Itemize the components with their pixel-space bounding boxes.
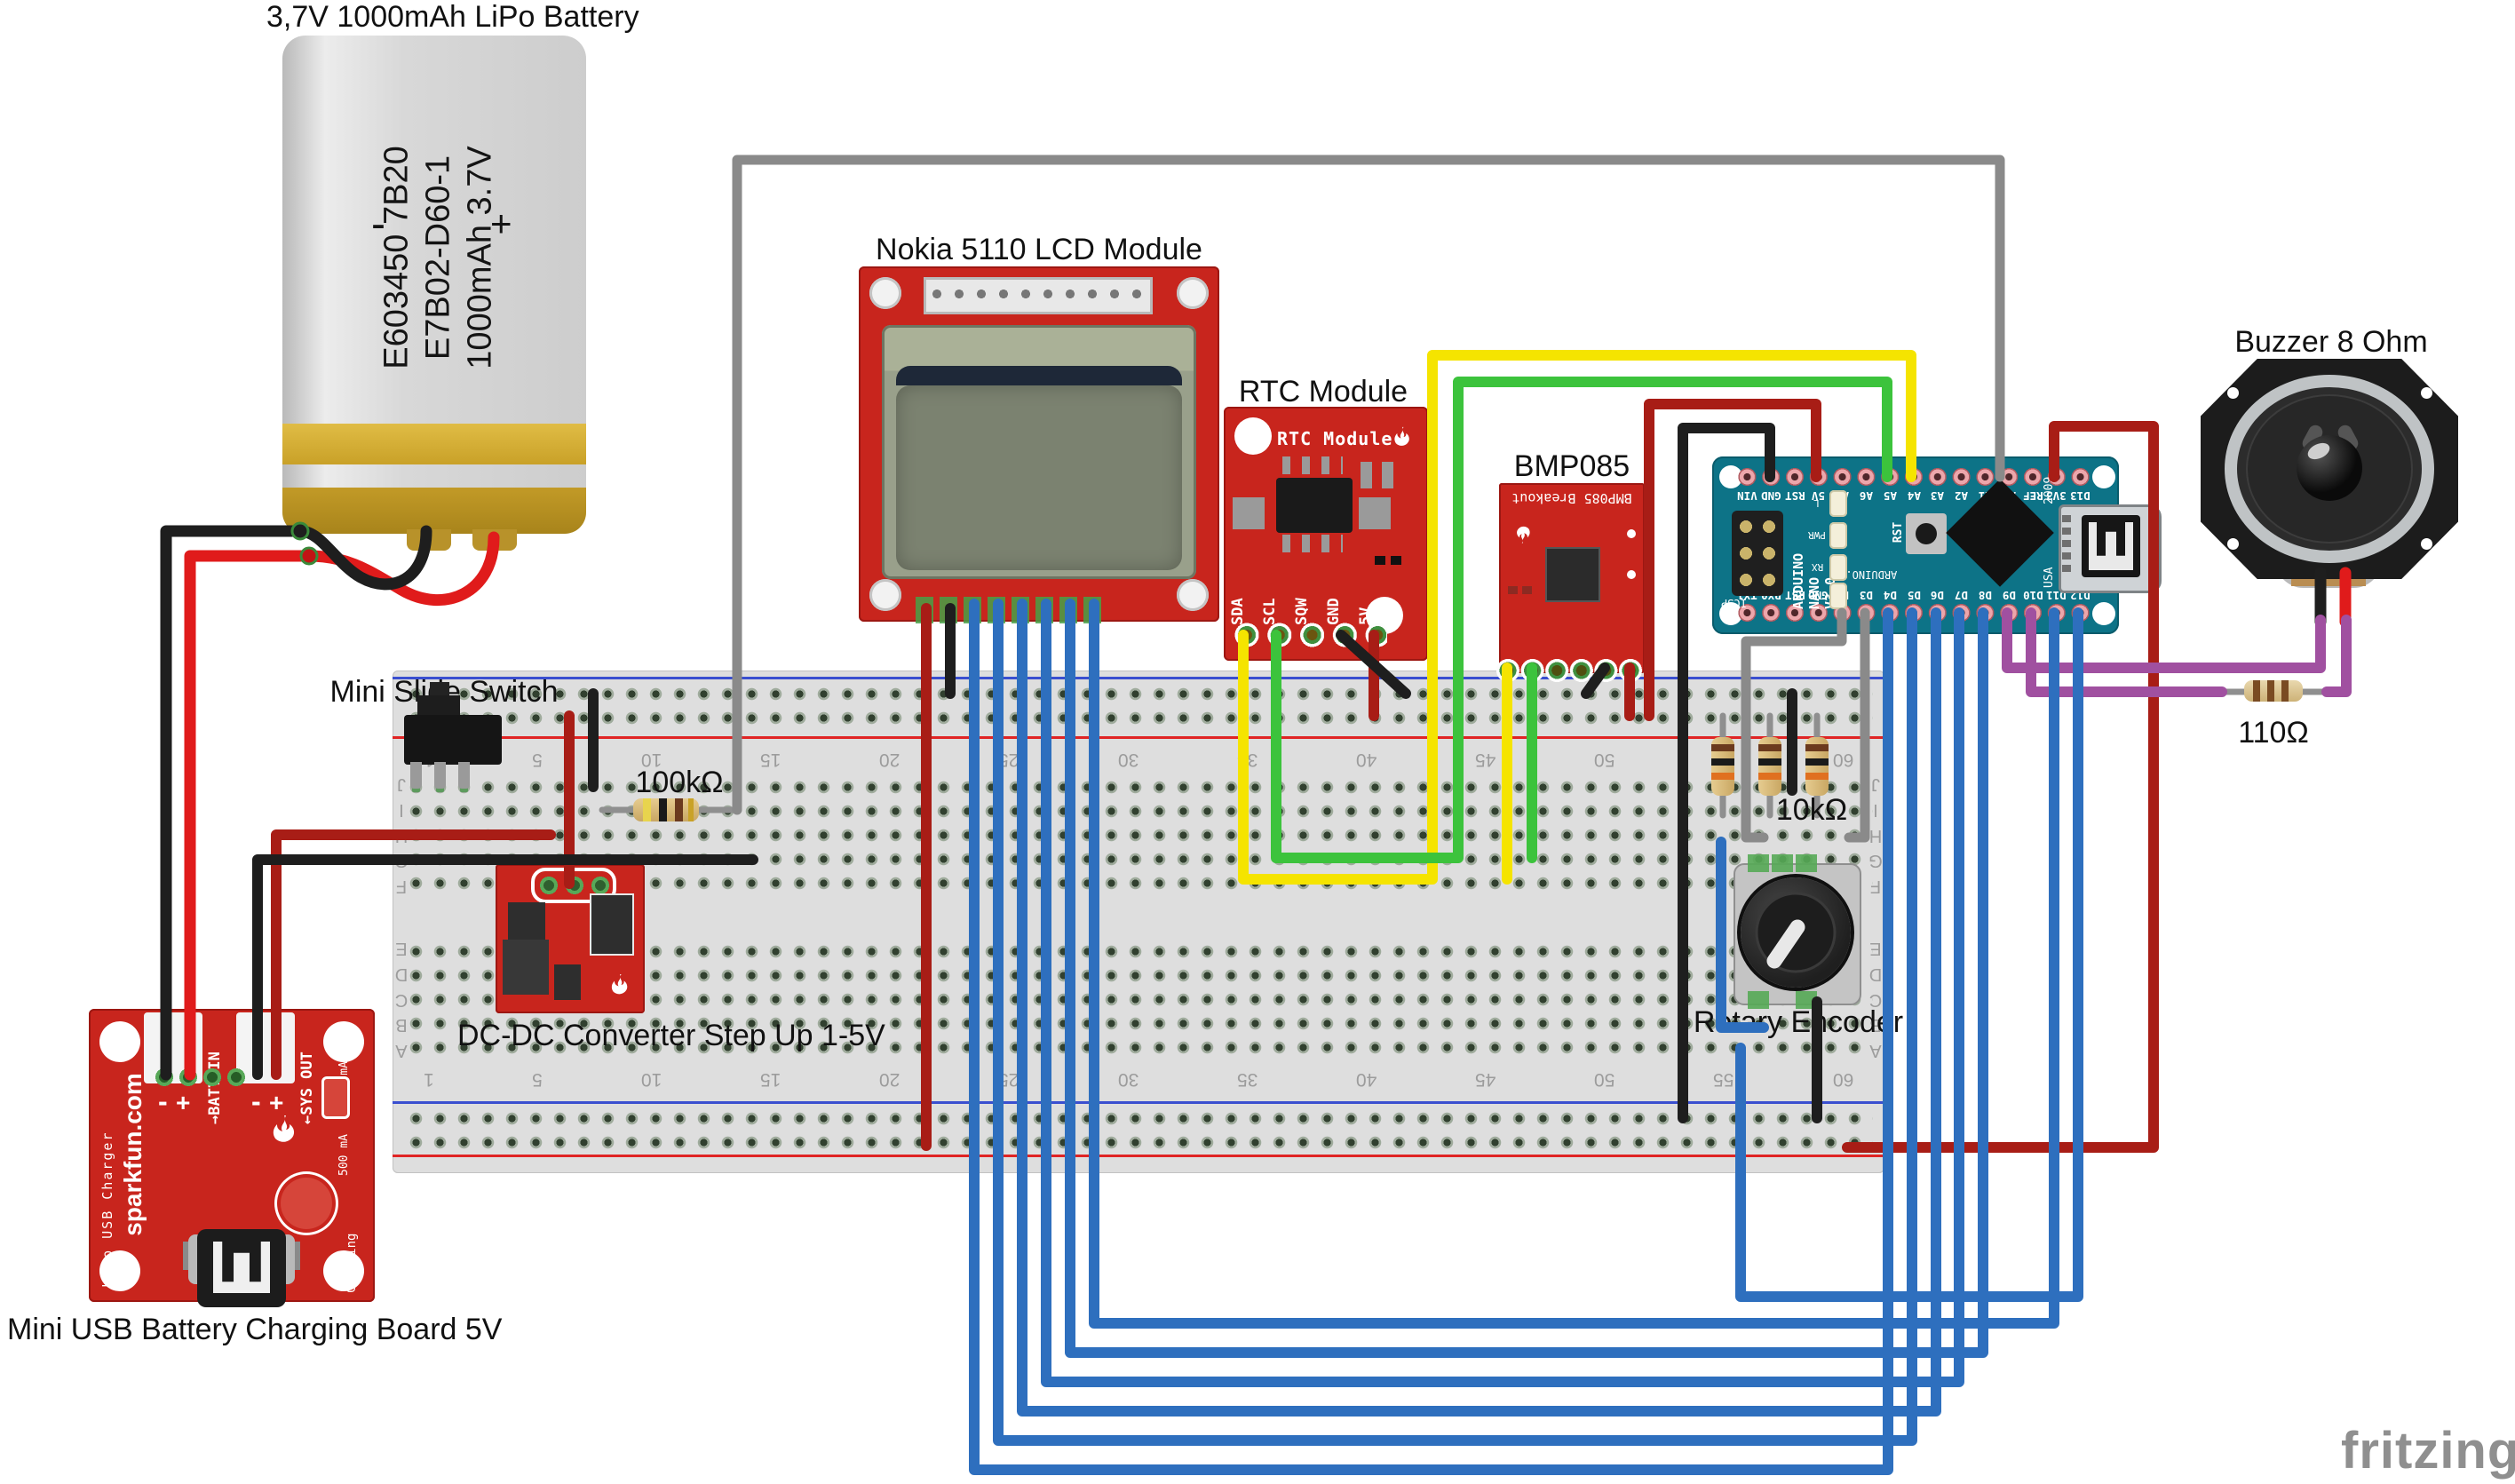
resistor-band [1805, 758, 1829, 766]
resistor-band [1758, 773, 1781, 780]
resistor-band [2267, 680, 2274, 702]
resistor-band [1711, 758, 1734, 766]
resistor-band [675, 798, 683, 821]
resistor-band [688, 798, 694, 821]
resistor-band [2253, 680, 2260, 702]
fritzing-watermark: fritzing [2341, 1421, 2515, 1480]
resistor-band [1711, 744, 1734, 751]
resistor-band [1805, 744, 1829, 751]
resistor-110-label: 110Ω [2202, 716, 2344, 750]
resistor-band [1758, 758, 1781, 766]
resistor-10k-label: 10kΩ [1741, 793, 1883, 828]
resistor-band [1711, 773, 1734, 780]
resistor-band [2281, 680, 2289, 702]
resistor-band [643, 798, 651, 821]
resistor-100k-label: 100kΩ [613, 766, 746, 800]
resistor-band [1758, 744, 1781, 751]
resistor-band [659, 798, 667, 821]
fritzing-breadboard-diagram: 151015202530354045505560 151015202530354… [0, 0, 2515, 1484]
resistor-band [1805, 773, 1829, 780]
wiring-layer [0, 0, 2515, 1484]
